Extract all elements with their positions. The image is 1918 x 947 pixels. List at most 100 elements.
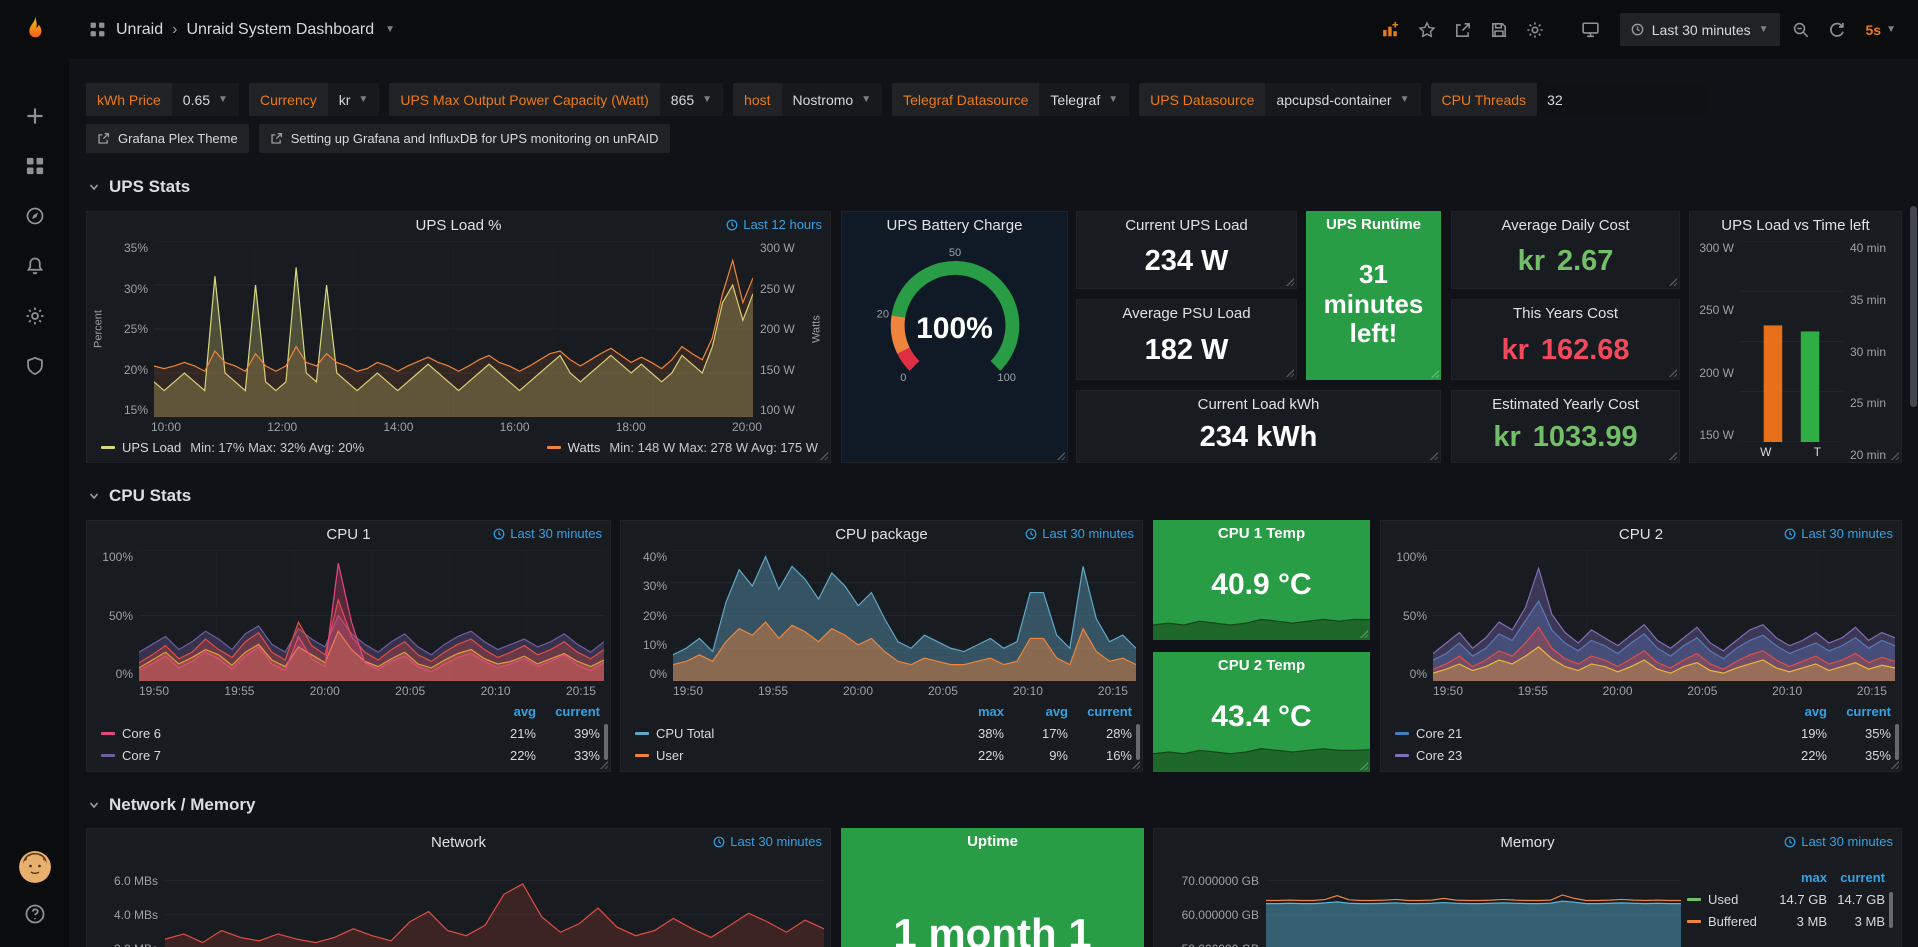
dashboard-settings-button[interactable] — [1520, 15, 1550, 45]
section-ups-stats[interactable]: UPS Stats — [88, 177, 190, 197]
legend-cell[interactable]: current — [1827, 704, 1891, 719]
time-series-plot[interactable] — [673, 550, 1136, 681]
panel-title[interactable]: Memory Last 30 minutes — [1154, 829, 1901, 855]
help-icon[interactable] — [22, 901, 48, 927]
legend-scrollbar[interactable] — [1136, 724, 1140, 760]
panel-time-range[interactable]: Last 30 minutes — [1784, 526, 1893, 541]
legend-cell[interactable]: max — [940, 704, 1004, 719]
time-series-plot[interactable] — [1433, 550, 1895, 681]
zoom-out-button[interactable] — [1786, 15, 1816, 45]
legend-series-name[interactable]: Used — [1687, 892, 1769, 907]
time-range-picker[interactable]: Last 30 minutes ▼ — [1620, 13, 1780, 46]
legend-cell[interactable]: max — [1769, 870, 1827, 885]
sidebar — [0, 0, 69, 947]
legend-scrollbar[interactable] — [604, 724, 608, 760]
time-series-plot[interactable] — [139, 550, 604, 681]
panel-title[interactable]: Uptime — [841, 828, 1144, 854]
refresh-button[interactable] — [1822, 15, 1852, 45]
add-panel-button[interactable] — [1376, 15, 1406, 45]
legend-header-row: avgcurrent — [101, 700, 600, 722]
dashboard-link[interactable]: Setting up Grafana and InfluxDB for UPS … — [259, 124, 670, 153]
panel-title[interactable]: CPU 1 Last 30 minutes — [87, 521, 610, 547]
legend-cell[interactable]: current — [536, 704, 600, 719]
variable-value[interactable]: Telegraf▼ — [1039, 83, 1129, 116]
panel-title[interactable]: CPU 2 Last 30 minutes — [1381, 521, 1901, 547]
refresh-interval-picker[interactable]: 5s ▼ — [1858, 13, 1904, 46]
cpu-threads-input[interactable]: 32 — [1537, 83, 1709, 116]
panel-title[interactable]: Current UPS Load — [1077, 212, 1296, 238]
legend-series-name[interactable]: User — [635, 748, 940, 763]
legend-series-name[interactable]: Core 23 — [1395, 748, 1763, 763]
legend-scrollbar[interactable] — [1889, 892, 1893, 928]
legend-series-name[interactable]: Core 7 — [101, 748, 472, 763]
sidebar-bottom — [19, 851, 51, 927]
panel-title[interactable]: CPU package Last 30 minutes — [621, 521, 1142, 547]
apps-grid-icon[interactable] — [87, 20, 107, 40]
panel-title[interactable]: UPS Load vs Time left — [1690, 212, 1901, 238]
legend-series-name[interactable]: Core 6 — [101, 726, 472, 741]
legend-cell[interactable]: avg — [1763, 704, 1827, 719]
panel-time-range[interactable]: Last 30 minutes — [493, 526, 602, 541]
panel-title[interactable]: UPS Battery Charge — [842, 212, 1067, 238]
variable-value[interactable]: Nostromo▼ — [782, 83, 883, 116]
panel-title[interactable]: This Years Cost — [1452, 300, 1679, 326]
panel-title[interactable]: CPU 2 Temp — [1153, 652, 1370, 678]
user-avatar[interactable] — [19, 851, 51, 883]
legend-series-name[interactable]: Core 21 — [1395, 726, 1763, 741]
time-series-plot[interactable] — [154, 241, 753, 417]
server-admin-shield-icon[interactable] — [22, 353, 48, 379]
panel-time-range[interactable]: Last 30 minutes — [1784, 834, 1893, 849]
legend-cell[interactable]: avg — [472, 704, 536, 719]
breadcrumb-section[interactable]: Unraid — [116, 21, 163, 39]
star-button[interactable] — [1412, 15, 1442, 45]
legend-series-name[interactable]: Watts — [568, 440, 601, 455]
save-button[interactable] — [1484, 15, 1514, 45]
panel-title[interactable]: UPS Load % Last 12 hours — [87, 212, 830, 238]
breadcrumb-dashboard-title[interactable]: Unraid System Dashboard — [186, 21, 374, 39]
panel-title[interactable]: CPU 1 Temp — [1153, 520, 1370, 546]
variable-value[interactable]: 865▼ — [660, 83, 723, 116]
panel-title[interactable]: Estimated Yearly Cost — [1452, 391, 1679, 417]
panel-title[interactable]: Current Load kWh — [1077, 391, 1440, 417]
configuration-gear-icon[interactable] — [22, 303, 48, 329]
variable-value[interactable]: apcupsd-container▼ — [1265, 83, 1420, 116]
bar-plot[interactable] — [1740, 241, 1843, 442]
legend-item[interactable]: UPS LoadMin: 17% Max: 32% Avg: 20% — [101, 440, 364, 455]
dashboard-link[interactable]: Grafana Plex Theme — [86, 124, 249, 153]
grafana-logo[interactable] — [0, 0, 69, 59]
legend-cell: 28% — [1068, 726, 1132, 741]
panel-time-range[interactable]: Last 12 hours — [726, 217, 822, 232]
explore-compass-icon[interactable] — [22, 203, 48, 229]
panel-time-range[interactable]: Last 30 minutes — [713, 834, 822, 849]
legend-cell[interactable]: avg — [1004, 704, 1068, 719]
legend-cell[interactable]: current — [1068, 704, 1132, 719]
legend-series-name[interactable]: CPU Total — [635, 726, 940, 741]
legend-row: Core 2119%35% — [1395, 722, 1891, 744]
dashboards-icon[interactable] — [22, 153, 48, 179]
time-series-plot[interactable] — [165, 858, 824, 947]
legend-item[interactable]: WattsMin: 148 W Max: 278 W Avg: 175 W — [547, 440, 818, 455]
section-cpu-stats[interactable]: CPU Stats — [88, 486, 191, 506]
alerting-bell-icon[interactable] — [22, 253, 48, 279]
legend-table: maxcurrentUsed14.7 GB14.7 GBBuffered3 MB… — [1681, 858, 1895, 947]
x-axis: WT — [1740, 442, 1843, 462]
legend-cell[interactable]: current — [1827, 870, 1885, 885]
cycle-view-mode-button[interactable] — [1576, 15, 1606, 45]
share-button[interactable] — [1448, 15, 1478, 45]
chevron-down-icon[interactable]: ▼ — [385, 24, 395, 35]
panel-title[interactable]: Average PSU Load — [1077, 300, 1296, 326]
section-network-memory[interactable]: Network / Memory — [88, 795, 255, 815]
create-icon[interactable] — [22, 103, 48, 129]
variable-value[interactable]: kr▼ — [328, 83, 380, 116]
page-scrollbar[interactable] — [1910, 206, 1917, 407]
legend-series-name[interactable]: UPS Load — [122, 440, 181, 455]
panel-title[interactable]: Average Daily Cost — [1452, 212, 1679, 238]
legend-series-name[interactable]: Buffered — [1687, 914, 1769, 929]
variable-label: Telegraf Datasource — [892, 83, 1039, 116]
panel-title[interactable]: Network Last 30 minutes — [87, 829, 830, 855]
panel-title[interactable]: UPS Runtime — [1306, 211, 1441, 237]
legend-scrollbar[interactable] — [1895, 724, 1899, 760]
variable-value[interactable]: 0.65▼ — [172, 83, 239, 116]
panel-time-range[interactable]: Last 30 minutes — [1025, 526, 1134, 541]
time-series-plot[interactable] — [1266, 858, 1681, 947]
